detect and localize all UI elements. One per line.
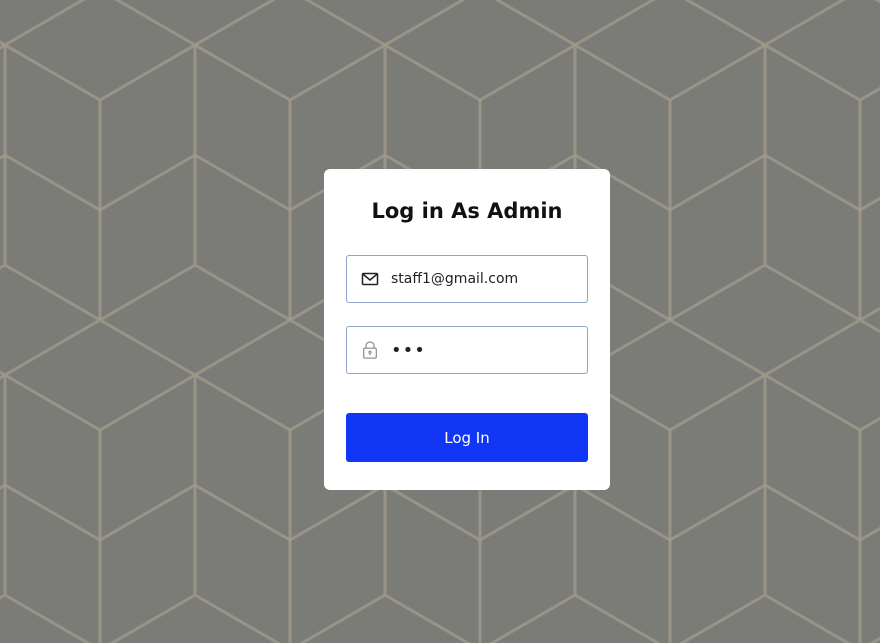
login-button[interactable]: Log In (346, 413, 588, 462)
lock-icon (363, 341, 377, 359)
email-field[interactable] (346, 255, 588, 303)
login-card: Log in As Admin Log In (324, 169, 610, 490)
password-input[interactable] (391, 327, 581, 373)
envelope-icon (361, 272, 379, 286)
page-title: Log in As Admin (371, 199, 563, 223)
password-field[interactable] (346, 326, 588, 374)
email-input[interactable] (391, 256, 581, 302)
